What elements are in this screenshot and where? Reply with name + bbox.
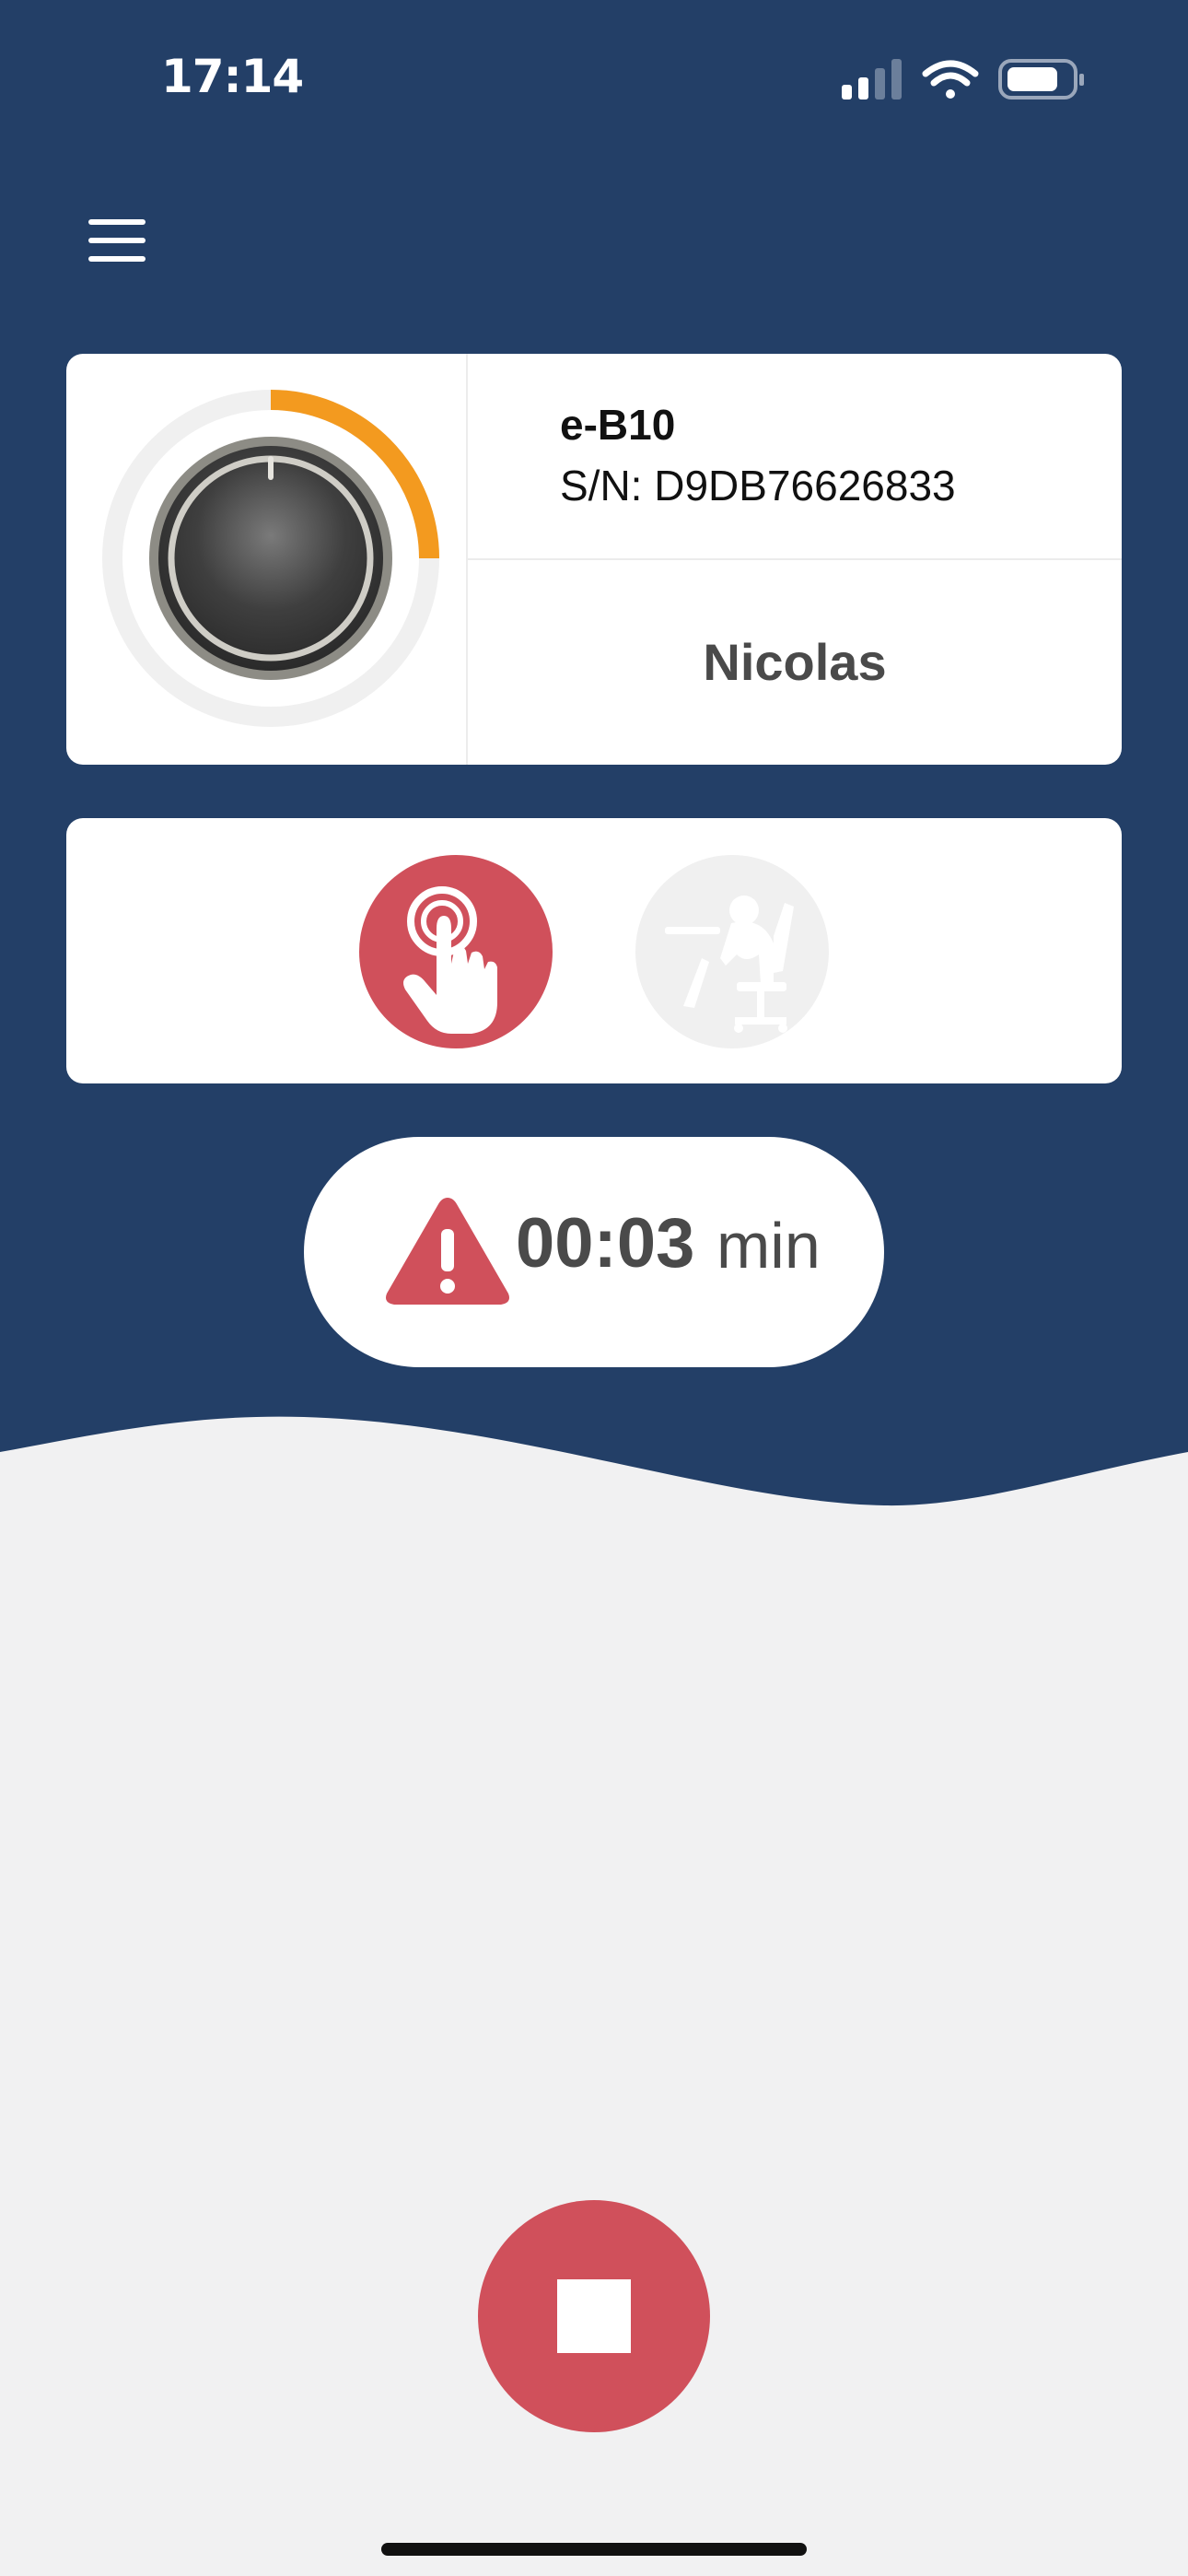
device-model: e-B10 (560, 401, 676, 449)
touch-hand-icon (403, 886, 497, 1034)
user-name: Nicolas (703, 633, 887, 691)
device-serial: S/N: D9DB76626833 (560, 462, 956, 509)
touch-mode-button[interactable] (359, 855, 553, 1048)
person-slumped-chair-icon (665, 896, 794, 1033)
stop-button[interactable] (478, 2200, 710, 2432)
stop-square-icon (557, 2279, 631, 2353)
battery-icon (998, 59, 1084, 100)
mode-card (66, 818, 1122, 1083)
status-time: 17:14 (161, 50, 304, 103)
fall-detection-mode-button[interactable] (635, 855, 829, 1048)
warning-triangle-icon (386, 1198, 509, 1305)
device-knob-panel (66, 354, 468, 765)
wifi-icon (922, 60, 979, 99)
alert-timer: 00:03 min (304, 1137, 884, 1367)
assigned-user[interactable]: Nicolas (468, 560, 1122, 765)
device-info: e-B10 S/N: D9DB76626833 (468, 354, 1122, 560)
menu-button[interactable] (88, 217, 149, 265)
timer-unit: min (716, 1210, 821, 1282)
device-card[interactable]: e-B10 S/N: D9DB76626833 Nicolas (66, 354, 1122, 765)
status-icons (842, 59, 1084, 100)
timer-value: 00:03 (516, 1204, 695, 1282)
control-knob-icon (102, 390, 439, 727)
home-indicator (381, 2543, 807, 2556)
cellular-signal-icon (842, 59, 902, 100)
